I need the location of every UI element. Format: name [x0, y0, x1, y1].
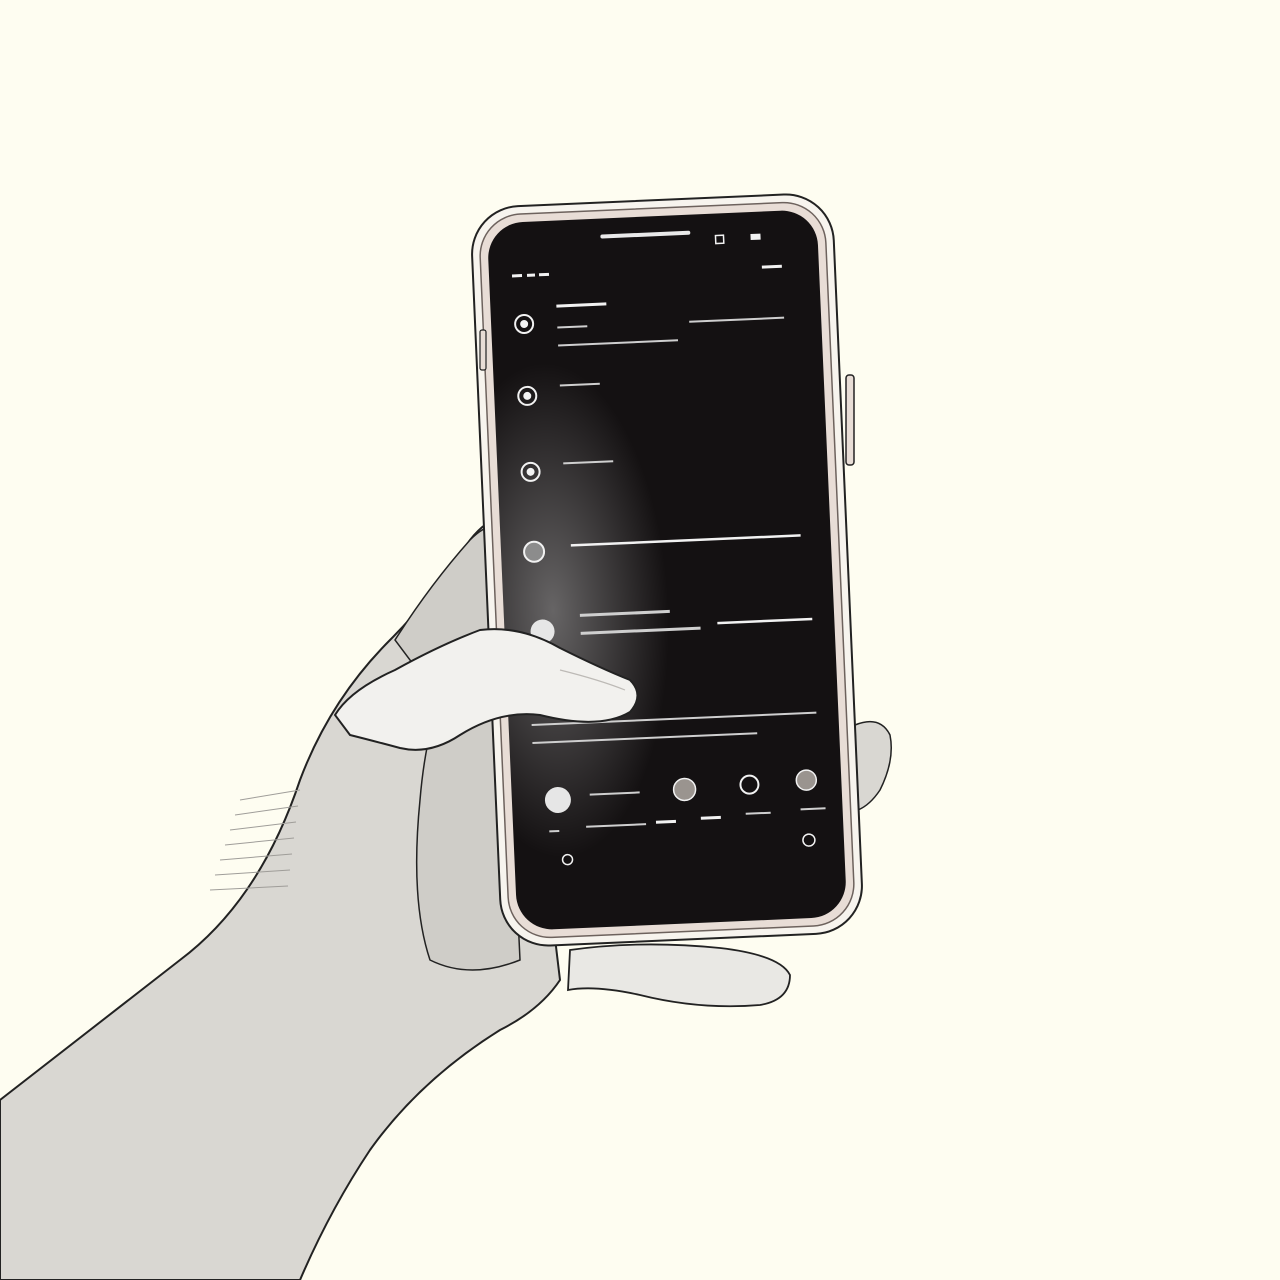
illustration-stage — [0, 0, 1280, 1280]
phone-side-button — [479, 329, 487, 371]
phone-side-button — [845, 374, 855, 466]
dot-icon[interactable] — [672, 777, 697, 802]
dot-icon[interactable] — [795, 769, 818, 791]
finger-bottom — [567, 943, 791, 1008]
hand-holding-phone-illustration — [0, 193, 892, 1280]
finger-right — [854, 720, 892, 812]
radio-icon[interactable] — [523, 540, 546, 563]
